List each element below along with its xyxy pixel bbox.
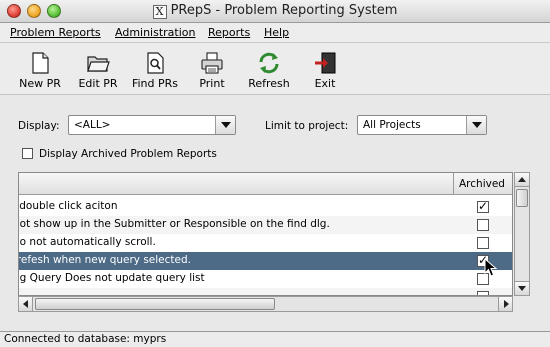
header-archived[interactable]: Archived — [459, 178, 505, 190]
vertical-scrollbar[interactable] — [514, 172, 530, 296]
menu-reports[interactable]: Reports — [208, 26, 250, 39]
table-row[interactable] — [19, 288, 512, 295]
row-description: ng Query Does not update query list — [18, 272, 205, 284]
row-archived-checkbox[interactable] — [477, 237, 489, 249]
row-description: l double click aciton — [18, 200, 118, 212]
find-prs-button[interactable]: Find PRs — [130, 51, 180, 90]
print-label: Print — [199, 77, 225, 90]
status-text: Connected to database: myprs — [4, 333, 167, 345]
scroll-up-arrow-icon[interactable] — [515, 173, 529, 187]
title-bar: X PRepS - Problem Reporting System — [0, 0, 550, 23]
scroll-right-arrow-icon[interactable] — [498, 297, 512, 311]
refresh-button[interactable]: Refresh — [244, 51, 294, 90]
column-divider[interactable] — [453, 173, 454, 195]
menu-administration[interactable]: Administration — [115, 26, 196, 39]
table-row[interactable]: ng Query Does not update query list — [18, 270, 512, 288]
table-row[interactable]: do not automatically scroll. — [18, 234, 512, 252]
new-pr-label: New PR — [19, 77, 61, 90]
chevron-down-icon[interactable] — [466, 116, 486, 134]
refresh-label: Refresh — [248, 77, 290, 90]
scroll-down-arrow-icon[interactable] — [515, 281, 529, 295]
menu-bar: Problem Reports Administration Reports H… — [0, 23, 550, 43]
display-label: Display: — [18, 120, 60, 132]
folder-open-icon — [86, 51, 110, 75]
find-prs-label: Find PRs — [131, 77, 179, 90]
row-archived-checkbox[interactable] — [477, 219, 489, 231]
table-row[interactable]: l double click aciton ✓ — [18, 198, 512, 216]
row-description: not show up in the Submitter or Responsi… — [18, 218, 330, 230]
project-select[interactable]: All Projects — [357, 115, 487, 135]
table-row-selected[interactable]: -refesh when new query selected. ✓ — [18, 252, 512, 270]
row-archived-checkbox[interactable]: ✓ — [477, 199, 489, 213]
menu-problem-reports[interactable]: Problem Reports — [10, 26, 101, 39]
toolbar: New PR Edit PR Find PRs Print Refresh Ex… — [0, 43, 550, 95]
window-title-area: X PRepS - Problem Reporting System — [0, 3, 550, 19]
table-header: Archived — [19, 173, 512, 195]
printer-icon — [200, 51, 224, 75]
table-row[interactable]: not show up in the Submitter or Responsi… — [18, 216, 512, 234]
new-document-icon — [28, 51, 52, 75]
exit-button[interactable]: Exit — [310, 51, 340, 90]
chevron-down-icon[interactable] — [215, 116, 235, 134]
print-button[interactable]: Print — [195, 51, 229, 90]
status-bar: Connected to database: myprs — [0, 331, 550, 347]
archived-checkbox[interactable] — [22, 148, 33, 159]
edit-pr-label: Edit PR — [78, 77, 118, 90]
find-document-icon — [143, 51, 167, 75]
horizontal-scrollbar[interactable] — [18, 296, 513, 312]
exit-label: Exit — [314, 77, 336, 90]
scroll-left-arrow-icon[interactable] — [19, 297, 33, 311]
x11-icon: X — [152, 5, 167, 19]
new-pr-button[interactable]: New PR — [19, 51, 61, 90]
row-description: do not automatically scroll. — [18, 236, 156, 248]
window-title: PRepS - Problem Reporting System — [170, 3, 398, 18]
row-description: -refesh when new query selected. — [18, 254, 191, 266]
problem-reports-table: Archived l double click aciton ✓ not sho… — [18, 172, 513, 296]
archived-checkbox-label: Display Archived Problem Reports — [39, 148, 217, 160]
display-select[interactable]: <ALL> — [68, 115, 236, 135]
project-label: Limit to project: — [265, 120, 349, 132]
project-select-value: All Projects — [363, 119, 421, 131]
checkmark-icon: ✓ — [478, 199, 489, 213]
vertical-scroll-thumb[interactable] — [516, 189, 528, 207]
mouse-pointer-icon — [484, 258, 498, 277]
edit-pr-button[interactable]: Edit PR — [77, 51, 119, 90]
display-select-value: <ALL> — [74, 119, 111, 131]
header-description-column[interactable] — [19, 173, 453, 195]
exit-door-icon — [313, 51, 337, 75]
horizontal-scroll-thumb[interactable] — [35, 298, 275, 310]
refresh-arrows-icon — [257, 51, 281, 75]
menu-help[interactable]: Help — [264, 26, 289, 39]
